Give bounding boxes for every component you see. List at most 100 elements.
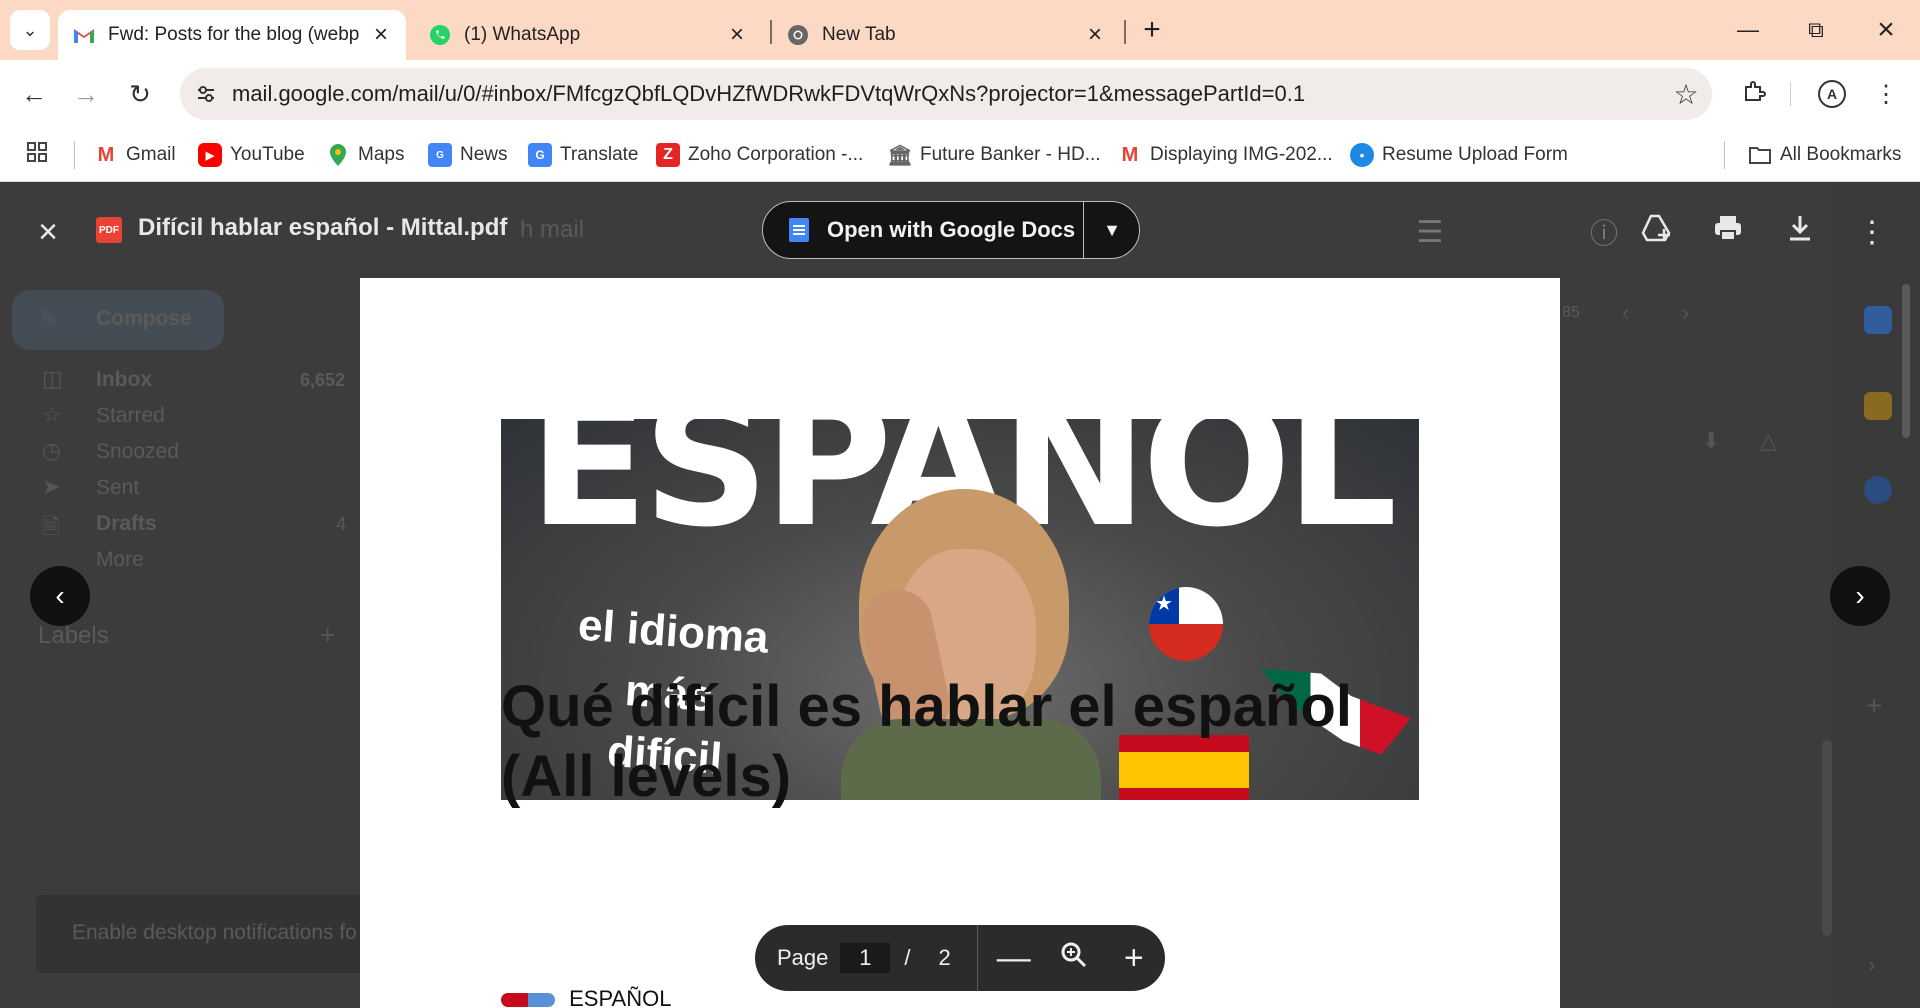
document-subtext: ESPAÑOL xyxy=(501,986,671,1008)
bookmark-label: News xyxy=(460,144,508,165)
bookmark-label: Resume Upload Form xyxy=(1382,144,1568,165)
bookmark-star-icon[interactable]: ☆ xyxy=(1660,68,1712,120)
browser-toolbar: ← → ↻ mail.google.com/mail/u/0/#inbox/FM… xyxy=(0,60,1920,128)
bookmark-maps[interactable]: Maps xyxy=(326,140,404,170)
chevron-left-icon: ‹ xyxy=(55,580,65,611)
site-settings-icon[interactable] xyxy=(180,68,232,120)
close-icon: × xyxy=(38,212,58,251)
next-attachment-button[interactable]: › xyxy=(1830,566,1890,626)
bookmark-label: Translate xyxy=(560,144,639,165)
subtext-label: ESPAÑOL xyxy=(569,986,672,1008)
apps-button[interactable] xyxy=(26,140,48,170)
zoom-out-button[interactable]: — xyxy=(984,928,1044,988)
print-button[interactable] xyxy=(1706,210,1750,254)
reload-button[interactable]: ↻ xyxy=(120,74,160,114)
calendar-icon xyxy=(1864,306,1892,334)
tab-new-tab[interactable]: New Tab × xyxy=(772,10,1120,60)
chevron-right-icon: › xyxy=(1868,952,1876,977)
tasks-icon xyxy=(1864,476,1892,504)
scrollbar[interactable] xyxy=(1902,284,1910,438)
tab-search-button[interactable]: ⌄ xyxy=(10,10,50,50)
star-icon: ☆ xyxy=(42,402,62,427)
page-number-input[interactable]: 1 xyxy=(840,943,891,973)
controls-divider xyxy=(976,925,978,991)
plus-icon: + xyxy=(1866,690,1883,721)
drop-icon: • xyxy=(1350,143,1374,167)
pagination-text: 85 xyxy=(1562,304,1580,321)
google-docs-icon xyxy=(789,218,809,242)
caret-down-icon[interactable]: ▼ xyxy=(1083,202,1141,258)
minus-icon: — xyxy=(996,938,1031,977)
bookmark-resume-upload[interactable]: • Resume Upload Form xyxy=(1350,140,1568,170)
notification-text: Enable desktop notifications fo xyxy=(72,921,357,944)
new-tab-button[interactable]: + xyxy=(1136,13,1168,46)
send-icon: ➤ xyxy=(42,474,61,499)
restore-icon: ⧉ xyxy=(1808,17,1824,42)
folder-icon xyxy=(1748,143,1772,167)
inbox-icon: ◫ xyxy=(42,366,63,391)
sidebar-item-more: More xyxy=(96,548,144,571)
drive-add-icon xyxy=(1640,213,1672,251)
bookmark-label: Zoho Corporation -... xyxy=(688,144,864,165)
tab-gmail[interactable]: Fwd: Posts for the blog (webpag × xyxy=(58,10,406,60)
zoom-button[interactable] xyxy=(1044,928,1104,988)
previous-attachment-button[interactable]: ‹ xyxy=(30,566,90,626)
tab-separator xyxy=(1124,20,1126,44)
puzzle-icon xyxy=(1742,79,1766,110)
chevron-right-icon: › xyxy=(1855,580,1865,611)
address-bar[interactable]: mail.google.com/mail/u/0/#inbox/FMfcgzQb… xyxy=(180,68,1712,120)
tab-title: (1) WhatsApp xyxy=(464,24,581,45)
scrollbar[interactable] xyxy=(1822,740,1832,936)
bookmark-youtube[interactable]: ▶ YouTube xyxy=(198,140,305,170)
download-button[interactable] xyxy=(1778,210,1822,254)
gmail-icon: M xyxy=(1121,143,1139,166)
add-to-drive-button[interactable] xyxy=(1634,210,1678,254)
gmail-icon xyxy=(72,23,96,47)
close-window-button[interactable]: × xyxy=(1862,10,1910,50)
plus-icon: + xyxy=(320,620,336,650)
more-actions-button[interactable]: ⋮ xyxy=(1850,210,1894,254)
forward-button[interactable]: → xyxy=(66,74,106,114)
bookmark-news[interactable]: G News xyxy=(428,140,508,170)
bookmark-label: Displaying IMG-202... xyxy=(1150,144,1333,165)
minimize-button[interactable]: — xyxy=(1724,10,1772,50)
search-text: h mail xyxy=(520,216,585,243)
url-text[interactable]: mail.google.com/mail/u/0/#inbox/FMfcgzQb… xyxy=(232,81,1660,107)
keep-icon xyxy=(1864,392,1892,420)
close-icon[interactable]: × xyxy=(726,21,748,48)
close-icon[interactable]: × xyxy=(1084,21,1106,48)
avatar: A xyxy=(1818,80,1846,108)
tab-whatsapp[interactable]: (1) WhatsApp × xyxy=(414,10,762,60)
extensions-button[interactable] xyxy=(1734,74,1774,114)
flags-emoji-icon xyxy=(501,993,555,1008)
drive-add-icon: △ xyxy=(1760,428,1777,453)
plus-icon: + xyxy=(1123,938,1144,977)
drafts-count: 4 xyxy=(336,514,347,534)
maps-pin-icon xyxy=(326,143,350,167)
bookmark-future-banker[interactable]: 🏛 Future Banker - HD... xyxy=(887,140,1100,170)
bookmark-label: Maps xyxy=(358,144,405,165)
bookmarks-divider xyxy=(74,141,75,169)
bookmark-gmail[interactable]: M Gmail xyxy=(94,140,176,170)
chevron-down-icon: ⌄ xyxy=(22,19,38,40)
close-icon[interactable]: × xyxy=(370,21,392,48)
bookmark-label: All Bookmarks xyxy=(1780,144,1902,165)
restore-button[interactable]: ⧉ xyxy=(1792,10,1840,50)
minimize-icon: — xyxy=(1737,17,1759,42)
apps-grid-icon xyxy=(26,141,48,169)
open-with-google-docs-button[interactable]: Open with Google Docs ▼ xyxy=(762,201,1140,259)
total-pages: 2 xyxy=(938,945,951,970)
download-icon: ⬇ xyxy=(1702,428,1721,453)
all-bookmarks-button[interactable]: All Bookmarks xyxy=(1748,140,1901,170)
zoom-in-button[interactable]: + xyxy=(1104,928,1164,988)
bookmark-zoho[interactable]: Z Zoho Corporation -... xyxy=(656,140,863,170)
profile-button[interactable]: A xyxy=(1812,74,1852,114)
chrome-menu-button[interactable]: ⋮ xyxy=(1866,74,1906,114)
bookmark-translate[interactable]: G Translate xyxy=(528,140,639,170)
labels-heading: Labels xyxy=(38,622,109,649)
draft-icon: 🗎 xyxy=(42,514,60,539)
bookmark-displaying-img[interactable]: M Displaying IMG-202... xyxy=(1118,140,1333,170)
close-viewer-button[interactable]: × xyxy=(28,212,68,252)
sidebar-item-inbox: Inbox xyxy=(96,368,152,391)
back-button[interactable]: ← xyxy=(14,74,54,114)
